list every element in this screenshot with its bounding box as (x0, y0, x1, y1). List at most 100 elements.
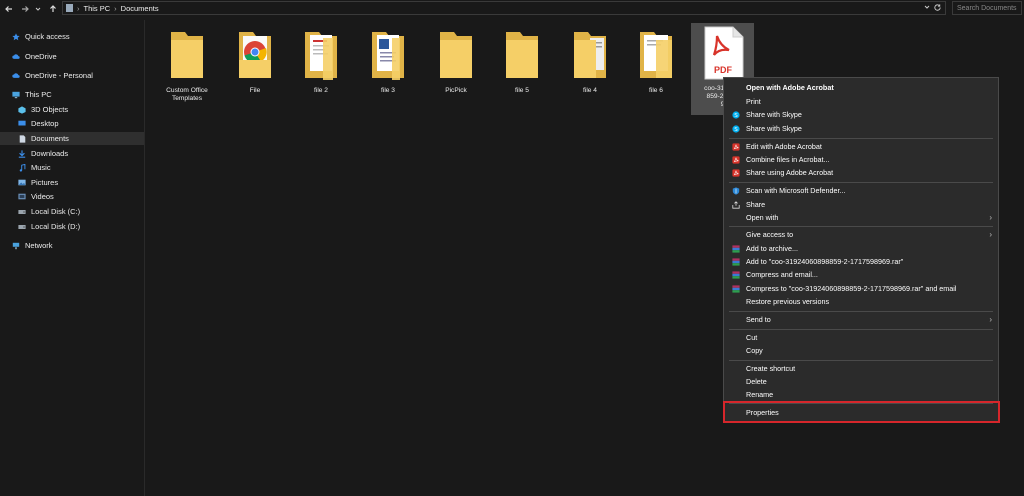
breadcrumb-separator-icon: › (114, 3, 117, 13)
file-name: Custom Office Templates (166, 87, 208, 102)
menu-open-with-adobe-acrobat[interactable]: Open with Adobe Acrobat (724, 81, 998, 94)
menu-copy[interactable]: Copy (724, 344, 998, 357)
skype-icon: S (732, 124, 740, 133)
sidebar-item-quick-access[interactable]: Quick access (12, 30, 70, 43)
menu-share-with-skype-2[interactable]: S Share with Skype (724, 122, 998, 135)
sidebar-item-local-disk-d[interactable]: Local Disk (D:) (18, 220, 80, 233)
menu-add-to-rar[interactable]: Add to "coo-31924060898859-2-1717598969.… (724, 255, 998, 268)
menu-item-label: Add to "coo-31924060898859-2-1717598969.… (746, 257, 904, 266)
menu-compress-to-rar-and-email[interactable]: Compress to "coo-31924060898859-2-171759… (724, 282, 998, 295)
menu-give-access-to[interactable]: Give access to › (724, 228, 998, 241)
back-button[interactable] (4, 0, 14, 17)
sidebar-item-label: Downloads (31, 149, 69, 158)
sidebar-item-videos[interactable]: Videos (18, 190, 54, 203)
sidebar-item-this-pc[interactable]: This PC (12, 88, 52, 101)
sidebar-item-pictures[interactable]: Pictures (18, 176, 58, 189)
menu-item-label: Share using Adobe Acrobat (746, 168, 834, 177)
menu-share[interactable]: Share (724, 198, 998, 211)
sidebar-item-3d-objects[interactable]: 3D Objects (18, 103, 68, 116)
up-button[interactable] (48, 0, 58, 17)
sidebar-item-music[interactable]: Music (18, 161, 51, 174)
defender-shield-icon (732, 186, 740, 195)
svg-text:S: S (734, 113, 738, 119)
folder-with-word-document-icon (372, 32, 404, 80)
file-item[interactable]: PicPick (426, 30, 486, 95)
menu-item-label: Add to archive... (746, 244, 798, 253)
network-icon (12, 242, 20, 250)
winrar-icon (732, 270, 740, 279)
file-item[interactable]: Custom Office Templates (157, 30, 217, 103)
file-item[interactable]: file 3 (358, 30, 418, 95)
file-name: file 6 (649, 87, 663, 94)
file-item[interactable]: file 2 (291, 30, 351, 95)
sidebar-item-label: OneDrive - Personal (25, 71, 93, 80)
breadcrumb-documents[interactable]: Documents (121, 4, 159, 13)
menu-rename[interactable]: Rename (724, 388, 998, 401)
sidebar-item-desktop[interactable]: Desktop (18, 117, 59, 130)
recent-locations-button[interactable] (34, 0, 42, 17)
menu-combine-files-in-acrobat[interactable]: Combine files in Acrobat... (724, 153, 998, 166)
breadcrumb-separator-icon: › (77, 3, 80, 13)
skype-icon: S (732, 110, 740, 119)
picture-icon (18, 179, 26, 187)
sidebar-item-documents[interactable]: Documents (0, 132, 144, 145)
menu-compress-and-email[interactable]: Compress and email... (724, 268, 998, 281)
download-arrow-icon (18, 149, 26, 158)
menu-item-label: Open with Adobe Acrobat (746, 83, 834, 92)
refresh-button[interactable] (933, 3, 942, 14)
submenu-arrow-icon: › (989, 315, 992, 324)
sidebar-item-local-disk-c[interactable]: Local Disk (C:) (18, 205, 80, 218)
menu-print[interactable]: Print (724, 95, 998, 108)
file-item[interactable]: file 6 (626, 30, 686, 95)
menu-item-label: Cut (746, 333, 758, 342)
winrar-icon (732, 257, 740, 266)
file-item[interactable]: file 5 (492, 30, 552, 95)
search-input[interactable]: Search Documents (952, 1, 1022, 15)
folder-with-documents-icon (305, 32, 337, 80)
menu-restore-previous-versions[interactable]: Restore previous versions (724, 295, 998, 308)
menu-add-to-archive[interactable]: Add to archive... (724, 242, 998, 255)
menu-edit-with-adobe-acrobat[interactable]: Edit with Adobe Acrobat (724, 140, 998, 153)
menu-send-to[interactable]: Send to › (724, 313, 998, 326)
submenu-arrow-icon: › (989, 213, 992, 222)
menu-item-label: Restore previous versions (746, 297, 830, 306)
menu-separator (729, 311, 993, 312)
menu-share-using-adobe-acrobat[interactable]: Share using Adobe Acrobat (724, 166, 998, 179)
menu-create-shortcut[interactable]: Create shortcut (724, 362, 998, 375)
sidebar-item-onedrive-personal[interactable]: OneDrive - Personal (12, 69, 93, 82)
sidebar-item-downloads[interactable]: Downloads (18, 147, 68, 160)
menu-cut[interactable]: Cut (724, 331, 998, 344)
file-name: PicPick (445, 87, 467, 94)
pdf-badge: PDF (714, 65, 732, 75)
menu-share-with-skype[interactable]: S Share with Skype (724, 108, 998, 121)
file-name: file 2 (314, 87, 328, 94)
menu-item-label: Share with Skype (746, 110, 802, 119)
menu-open-with[interactable]: Open with › (724, 211, 998, 224)
sidebar-item-onedrive[interactable]: OneDrive (12, 50, 57, 63)
menu-separator (729, 182, 993, 183)
address-dropdown-button[interactable] (923, 3, 931, 13)
menu-item-label: Share (746, 200, 766, 209)
forward-arrow-icon (22, 5, 29, 12)
address-bar[interactable]: › This PC › Documents (62, 1, 946, 15)
sidebar-item-label: Pictures (31, 178, 59, 187)
menu-item-label: Rename (746, 390, 774, 399)
music-note-icon (18, 163, 26, 172)
menu-item-label: Delete (746, 377, 767, 386)
back-arrow-icon (5, 5, 12, 12)
sidebar-item-network[interactable]: Network (12, 239, 53, 252)
sidebar-item-label: OneDrive (25, 52, 57, 61)
breadcrumb-this-pc[interactable]: This PC (84, 4, 111, 13)
chrome-folder-icon (239, 32, 271, 78)
chevron-down-icon (35, 7, 41, 11)
menu-scan-with-microsoft-defender[interactable]: Scan with Microsoft Defender... (724, 184, 998, 197)
cube-icon (18, 105, 26, 114)
file-item[interactable]: file 4 (560, 30, 620, 95)
navigation-pane: Quick access OneDrive OneDrive - Persona… (0, 20, 145, 496)
folder-icon (440, 32, 472, 78)
forward-button[interactable] (20, 0, 30, 17)
folder-with-documents-icon (574, 32, 606, 78)
sidebar-item-label: Quick access (25, 32, 70, 41)
menu-delete[interactable]: Delete (724, 375, 998, 388)
file-item[interactable]: File (225, 30, 285, 95)
